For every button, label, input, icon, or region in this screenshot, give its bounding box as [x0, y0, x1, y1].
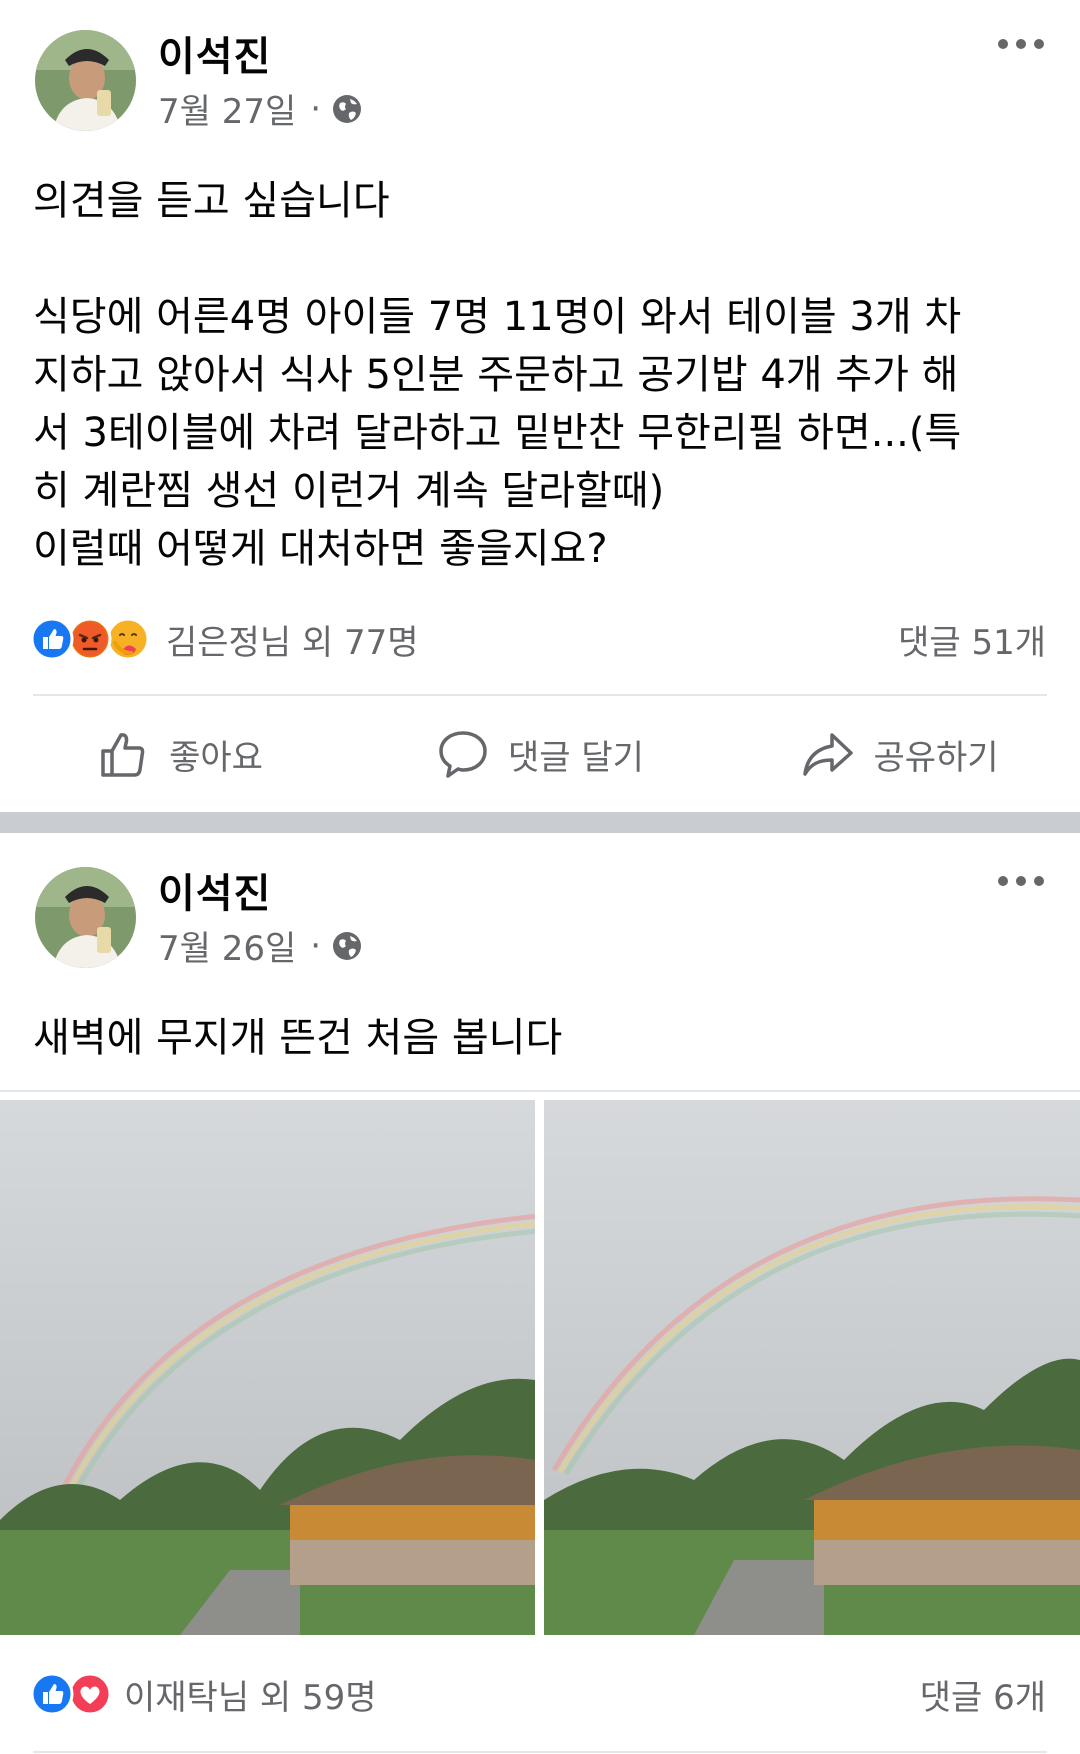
like-reaction-icon [30, 617, 74, 661]
post-meta: 7월 27일 · [158, 84, 363, 133]
reaction-icons [30, 617, 150, 661]
divider [0, 1090, 1080, 1092]
more-options-icon[interactable] [996, 34, 1046, 54]
photo-right[interactable] [544, 1100, 1080, 1635]
reaction-summary[interactable]: 김은정님 외 77명 댓글 51개 [30, 614, 1046, 664]
meta-separator: · [310, 88, 322, 129]
post-date[interactable]: 7월 27일 [158, 84, 296, 133]
divider [33, 694, 1047, 696]
globe-icon [331, 930, 363, 962]
meta-separator: · [310, 925, 322, 966]
rainbow-photo-image [544, 1100, 1080, 1635]
avatar[interactable] [35, 867, 136, 968]
post-author-name[interactable]: 이석진 [158, 24, 271, 82]
post-text-title: 의견을 듣고 싶습니다 [33, 178, 390, 224]
comment-button[interactable]: 댓글 달기 [360, 714, 720, 794]
comment-button-label: 댓글 달기 [508, 737, 644, 778]
photo-grid [0, 1100, 1080, 1635]
comment-count[interactable]: 댓글 6개 [920, 1670, 1046, 1719]
post-text: 의견을 듣고 싶습니다 식당에 어른4명 아이들 7명 11명이 와서 테이블 … [33, 172, 1050, 578]
post-date[interactable]: 7월 26일 [158, 921, 296, 970]
post-text-body: 새벽에 무지개 뜬건 처음 봅니다 [33, 1015, 563, 1061]
reaction-summary[interactable]: 이재탁님 외 59명 댓글 6개 [30, 1669, 1046, 1719]
like-button-label: 좋아요 [169, 737, 263, 778]
share-button[interactable]: 공유하기 [720, 714, 1080, 794]
post-meta: 7월 26일 · [158, 921, 363, 970]
divider [33, 1751, 1047, 1753]
angry-reaction-icon [68, 617, 112, 661]
reaction-icons [30, 1672, 112, 1716]
rainbow-photo-image [0, 1100, 535, 1635]
avatar[interactable] [35, 30, 136, 131]
comment-count[interactable]: 댓글 51개 [898, 615, 1046, 664]
love-reaction-icon [68, 1672, 112, 1716]
feed-post: 이석진 7월 27일 · 의견을 듣고 싶습니다 식당에 어른4명 아이들 7명… [0, 0, 1080, 812]
share-button-label: 공유하기 [873, 737, 999, 778]
reaction-count-text[interactable]: 김은정님 외 77명 [166, 615, 419, 664]
comment-bubble-icon [439, 731, 487, 778]
globe-icon [331, 93, 363, 125]
avatar-image [35, 867, 136, 968]
post-text: 새벽에 무지개 뜬건 처음 봅니다 [33, 1009, 1050, 1067]
feed-post: 이석진 7월 26일 · 새벽에 무지개 뜬건 처음 봅니다 이재탁님 외 59… [0, 833, 1080, 1754]
post-actions: 좋아요 댓글 달기 공유하기 [0, 714, 1080, 794]
thumbs-up-icon [101, 733, 145, 777]
care-reaction-icon [106, 617, 150, 661]
share-arrow-icon [803, 733, 854, 776]
post-text-body: 식당에 어른4명 아이들 7명 11명이 와서 테이블 3개 차 지하고 앉아서… [33, 294, 962, 572]
more-options-icon[interactable] [996, 871, 1046, 891]
photo-left[interactable] [0, 1100, 535, 1635]
like-button[interactable]: 좋아요 [0, 714, 360, 794]
post-separator [0, 812, 1080, 833]
like-reaction-icon [30, 1672, 74, 1716]
avatar-image [35, 30, 136, 131]
post-author-name[interactable]: 이석진 [158, 861, 271, 919]
reaction-count-text[interactable]: 이재탁님 외 59명 [124, 1670, 377, 1719]
